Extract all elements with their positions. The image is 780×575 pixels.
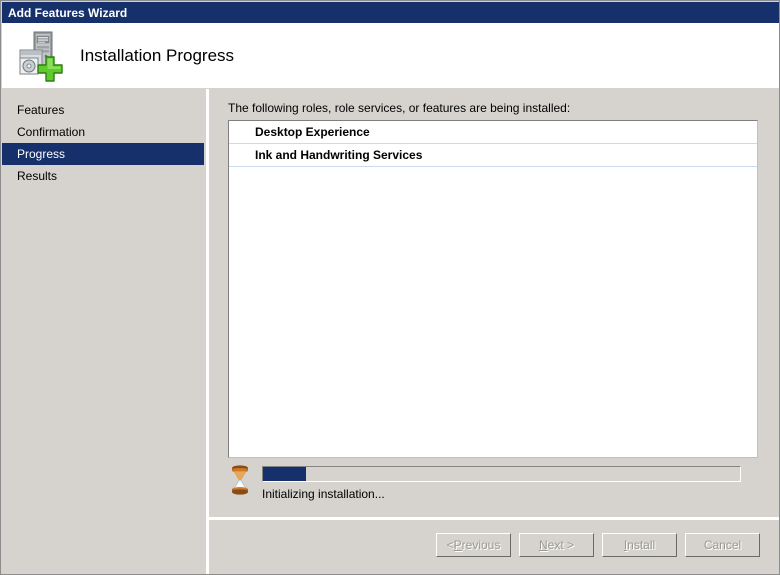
- progressbar-fill: [263, 467, 306, 481]
- next-button-post: ext >: [547, 538, 575, 552]
- installed-features-list: Desktop Experience Ink and Handwriting S…: [229, 121, 757, 167]
- previous-button-pre: <: [446, 538, 454, 552]
- installation-progressbar: [262, 466, 741, 482]
- installed-features-listbox[interactable]: Desktop Experience Ink and Handwriting S…: [228, 120, 758, 458]
- server-add-icon: [12, 28, 68, 84]
- previous-button-accelerator: P: [453, 538, 462, 552]
- sidebar-item-features[interactable]: Features: [2, 99, 206, 121]
- previous-button[interactable]: < Previous: [436, 533, 511, 557]
- list-item: Ink and Handwriting Services: [229, 144, 757, 167]
- page-title: Installation Progress: [80, 45, 235, 65]
- install-button-post: nstall: [627, 538, 656, 552]
- next-button-accelerator: N: [538, 538, 548, 552]
- sidebar-item-confirmation[interactable]: Confirmation: [2, 121, 206, 143]
- wizard-content: The following roles, role services, or f…: [209, 89, 779, 517]
- cancel-button[interactable]: Cancel: [685, 533, 760, 557]
- list-item: Desktop Experience: [229, 121, 757, 144]
- window-title: Add Features Wizard: [8, 5, 128, 20]
- status-text: Initializing installation...: [262, 487, 385, 501]
- sidebar-nav-list: Features Confirmation Progress Results: [2, 89, 206, 187]
- next-button[interactable]: Next >: [519, 533, 594, 557]
- window-titlebar: Add Features Wizard: [2, 2, 779, 23]
- install-button[interactable]: Install: [602, 533, 677, 557]
- add-features-wizard-window: Add Features Wizard Installation Progres…: [0, 0, 780, 575]
- sidebar-item-results[interactable]: Results: [2, 165, 206, 187]
- button-row: < Previous Next > Install Cancel: [436, 533, 760, 557]
- cancel-button-pre: Cancel: [703, 538, 742, 552]
- wizard-header: Installation Progress: [2, 23, 779, 88]
- wizard-footer: < Previous Next > Install Cancel: [209, 520, 779, 574]
- progress-area: Initializing installation...: [228, 464, 758, 509]
- previous-button-post: revious: [461, 538, 501, 552]
- wizard-sidebar: Features Confirmation Progress Results: [2, 89, 206, 574]
- hourglass-icon: [228, 464, 252, 496]
- intro-text: The following roles, role services, or f…: [228, 101, 571, 115]
- sidebar-item-progress[interactable]: Progress: [2, 143, 204, 165]
